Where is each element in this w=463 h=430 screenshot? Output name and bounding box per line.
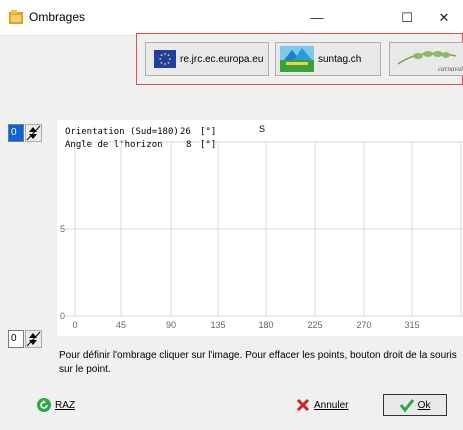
minimize-button[interactable]: — [294,0,340,35]
link-buttons-panel: re.jrc.ec.europa.eu suntag.ch carnaval [136,33,463,85]
horizon-plot[interactable]: 5 0 0 45 90 135 180 225 270 315 S Orient… [57,120,463,336]
top-stepper-spin[interactable] [25,124,42,142]
suntag-link-button[interactable]: suntag.ch [275,42,381,76]
jrc-link-label: re.jrc.ec.europa.eu [180,53,264,65]
x-tick-315: 315 [404,320,419,330]
footer-bar: RAZ Annuler Ok [0,390,463,418]
y-tick-5: 5 [60,224,65,234]
x-tick-270: 270 [356,320,371,330]
orientation-label: Orientation (Sud=180) [65,127,179,137]
suntag-link-label: suntag.ch [318,53,362,65]
horizon-value: 8 [186,140,191,150]
x-tick-90: 90 [166,320,176,330]
plot-svg[interactable]: 5 0 0 45 90 135 180 225 270 315 S Orient… [57,120,463,336]
x-tick-0: 0 [72,320,77,330]
close-button[interactable]: ✕ [425,0,463,35]
x-tick-45: 45 [116,320,126,330]
suntag-logo-icon [280,46,314,72]
jrc-link-button[interactable]: re.jrc.ec.europa.eu [145,42,269,76]
orientation-unit: [°] [200,127,216,137]
title-bar: Ombrages — ☐ ✕ [0,0,463,36]
ok-label: Ok [417,399,431,411]
app-icon [9,10,23,24]
south-marker: S [259,124,265,134]
check-icon [399,399,414,412]
carnaval-logo-icon: carnaval [397,51,463,73]
orientation-value: 26 [180,127,191,137]
bottom-stepper-value[interactable]: 0 [8,330,24,348]
x-tick-135: 135 [210,320,225,330]
bottom-stepper[interactable]: 0 [8,330,42,348]
x-tick-180: 180 [258,320,273,330]
grid [65,141,463,317]
carnaval-link-button[interactable]: carnaval [389,42,463,76]
bottom-stepper-spin[interactable] [25,330,42,348]
horizon-unit: [°] [200,140,216,150]
bottom-strip [0,418,463,430]
maximize-button[interactable]: ☐ [384,0,430,35]
x-tick-225: 225 [307,320,322,330]
top-stepper[interactable]: 0 [8,124,42,142]
ok-button[interactable]: Ok [383,394,447,416]
reset-icon [37,398,51,412]
horizon-label: Angle de l'horizon [65,140,163,150]
cancel-icon [296,398,310,412]
cancel-label: Annuler [314,399,349,411]
raz-button[interactable]: RAZ [36,394,75,416]
instructions-text: Pour définir l'ombrage cliquer sur l'ima… [59,350,457,375]
cancel-button[interactable]: Annuler [296,394,348,416]
carnaval-label: carnaval [438,65,463,73]
eu-flag-icon [154,50,176,68]
y-tick-0: 0 [60,311,65,321]
window-title: Ombrages [29,10,86,24]
top-stepper-value[interactable]: 0 [8,124,24,142]
raz-label: RAZ [55,399,75,411]
spin-arrows-icon [26,331,41,347]
spin-arrows-icon [26,125,41,141]
